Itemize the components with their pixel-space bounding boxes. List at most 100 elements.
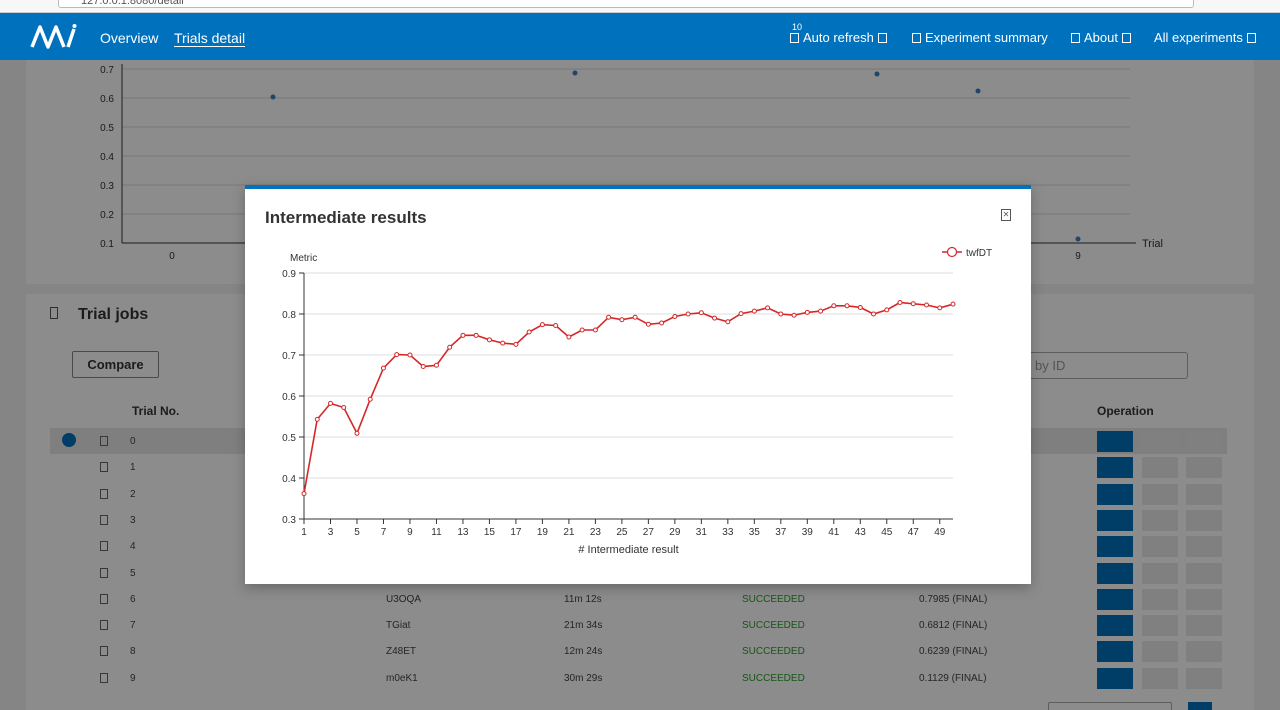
data-point (592, 327, 598, 333)
data-point (844, 303, 850, 309)
data-point (937, 305, 943, 311)
x-tick-label: 47 (908, 527, 920, 538)
chevron-down-icon (1121, 32, 1131, 43)
data-point (791, 312, 797, 318)
y-tick-label: 0.8 (282, 310, 296, 321)
all-experiments-label: All experiments (1154, 30, 1243, 45)
data-point (579, 327, 585, 333)
list-icon (1246, 32, 1256, 43)
data-point (380, 365, 386, 371)
browser-bar: 127.0.0.1:8080/detail (0, 0, 1280, 13)
url-bar[interactable]: 127.0.0.1:8080/detail (58, 0, 1194, 8)
data-point (513, 341, 519, 347)
data-point (314, 416, 320, 422)
auto-refresh-count: 10 (792, 22, 803, 32)
data-point (685, 311, 691, 317)
data-point (526, 329, 532, 335)
info-icon (1071, 32, 1080, 43)
x-tick-label: 11 (431, 527, 442, 538)
data-point (473, 332, 479, 338)
x-tick-label: 25 (616, 527, 628, 538)
x-tick-label: 29 (669, 527, 681, 538)
data-point (645, 321, 651, 327)
data-point (394, 352, 400, 358)
x-tick-label: 19 (537, 527, 549, 538)
data-point (910, 301, 916, 307)
data-point (367, 396, 373, 402)
x-tick-label: 39 (802, 527, 814, 538)
y-tick-label: 0.9 (282, 269, 296, 280)
data-point (632, 314, 638, 320)
data-point (884, 307, 890, 313)
data-point (738, 311, 744, 317)
y-tick-label: 0.5 (282, 433, 296, 444)
refresh-icon (790, 32, 799, 43)
x-tick-label: 35 (749, 527, 761, 538)
nav-overview[interactable]: Overview (100, 30, 158, 46)
nav-trials-detail[interactable]: Trials detail (174, 30, 245, 46)
x-tick-label: 33 (722, 527, 734, 538)
x-tick-label: 41 (828, 527, 840, 538)
intermediate-results-modal: Intermediate results ✕ 0.3 0.4 0.5 0.6 0.7 0.… (245, 185, 1031, 584)
data-point (354, 430, 360, 436)
experiment-summary-button[interactable]: Experiment summary (908, 30, 1048, 45)
y-tick-label: 0.4 (282, 474, 296, 485)
top-nav: Overview Trials detail 10 Auto refresh E… (0, 13, 1280, 60)
data-point (871, 311, 877, 317)
data-point (950, 301, 956, 307)
data-point (725, 319, 731, 325)
data-point (924, 302, 930, 308)
y-tick-label: 0.3 (282, 515, 296, 526)
x-tick-label: 31 (696, 527, 708, 538)
data-point (818, 308, 824, 314)
y-tick-label: 0.6 (282, 392, 296, 403)
data-point (420, 363, 426, 369)
data-point (765, 305, 771, 311)
x-tick-label: 9 (407, 527, 413, 538)
data-point (460, 332, 466, 338)
x-tick-label: 23 (590, 527, 602, 538)
legend-label: twfDT (966, 248, 992, 259)
all-experiments-button[interactable]: All experiments (1154, 30, 1260, 45)
x-tick-label: 49 (934, 527, 946, 538)
series-line (303, 301, 954, 494)
data-point (831, 303, 837, 309)
data-point (659, 320, 665, 326)
data-point (327, 400, 333, 406)
data-point (712, 315, 718, 321)
data-point (857, 304, 863, 310)
x-tick-label: 3 (328, 527, 334, 538)
x-tick-label: 37 (775, 527, 787, 538)
data-point (778, 311, 784, 317)
x-tick-label: 27 (643, 527, 655, 538)
x-tick-label: 15 (484, 527, 496, 538)
data-point (619, 317, 625, 323)
chevron-down-icon (877, 32, 887, 43)
intermediate-results-chart: 0.30.40.50.60.70.80.91 3 5 7 9 11 13 15 17 19 21 23… (282, 246, 992, 556)
data-point (804, 309, 810, 315)
y-tick-label: 0.7 (282, 351, 296, 362)
x-axis-label: # Intermediate result (578, 544, 678, 556)
data-point (301, 491, 307, 497)
data-point (539, 322, 545, 328)
about-label: About (1084, 30, 1118, 45)
data-point (553, 322, 559, 328)
x-tick-label: 21 (563, 527, 575, 538)
data-point (433, 362, 439, 368)
data-point (341, 404, 347, 410)
x-tick-label: 43 (855, 527, 867, 538)
data-point (407, 352, 413, 358)
about-button[interactable]: About (1067, 30, 1135, 45)
x-tick-label: 17 (510, 527, 522, 538)
nni-logo[interactable] (30, 23, 80, 49)
data-point (672, 313, 678, 319)
data-point (566, 334, 572, 340)
experiment-summary-label: Experiment summary (925, 30, 1048, 45)
x-tick-label: 13 (457, 527, 469, 538)
auto-refresh-button[interactable]: 10 Auto refresh (786, 22, 891, 45)
legend: twfDT (942, 246, 992, 259)
data-point (486, 337, 492, 343)
legend-swatch-marker (946, 246, 958, 258)
data-point (897, 300, 903, 306)
data-point (751, 308, 757, 314)
